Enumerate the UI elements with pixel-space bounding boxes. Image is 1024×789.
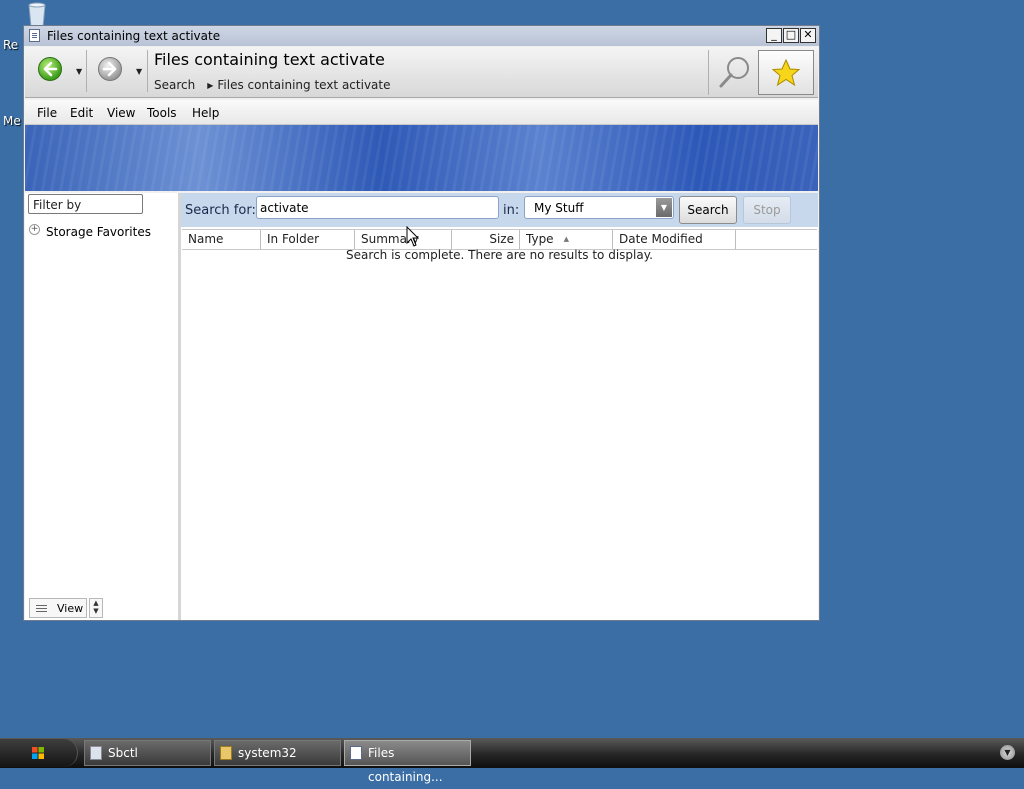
stop-button[interactable]: Stop: [743, 196, 791, 224]
forward-history-dropdown[interactable]: ▼: [136, 67, 142, 76]
arrow-right-icon: [102, 61, 117, 77]
title-bar[interactable]: Files containing text activate _ □ ✕: [24, 26, 819, 46]
results-column-header: Name In Folder Summary Size Type ▲ Date M…: [182, 229, 817, 250]
taskbar-item-label: Files containing...: [368, 746, 443, 784]
search-button[interactable]: Search: [679, 196, 737, 224]
menu-help[interactable]: Help: [192, 106, 219, 120]
close-button[interactable]: ✕: [800, 28, 816, 43]
breadcrumb-separator-icon: ▶: [207, 81, 214, 90]
view-spinner[interactable]: ▲ ▼: [89, 598, 103, 618]
folder-icon: [220, 746, 232, 760]
expand-icon[interactable]: +: [29, 224, 40, 235]
minimize-button[interactable]: _: [766, 28, 782, 43]
search-bar: Search for: activate in: My Stuff ▼ Sear…: [181, 193, 818, 227]
star-icon: [771, 58, 801, 87]
document-icon: [29, 29, 40, 42]
search-tool-button[interactable]: [708, 50, 757, 95]
start-button[interactable]: [0, 739, 78, 767]
taskbar-item-label: system32: [238, 746, 297, 760]
taskbar-item-sbctl[interactable]: Sbctl: [84, 740, 211, 766]
header-banner: [25, 125, 818, 191]
back-history-dropdown[interactable]: ▼: [76, 67, 82, 76]
navigation-bar: ▼ ▼ Files containing text activate Searc…: [25, 47, 818, 98]
menu-view[interactable]: View: [107, 106, 135, 120]
menu-file[interactable]: File: [37, 106, 57, 120]
in-label: in:: [503, 203, 520, 218]
breadcrumb: Search ▶ Files containing text activate: [154, 78, 390, 92]
sort-ascending-icon: ▲: [563, 235, 569, 243]
location-select[interactable]: My Stuff ▼: [524, 196, 674, 219]
taskbar-item-files-containing[interactable]: Files containing...: [344, 740, 471, 784]
maximize-button[interactable]: □: [783, 28, 799, 43]
page-title: Files containing text activate: [154, 50, 385, 69]
chevron-down-icon[interactable]: ▼: [656, 198, 672, 217]
tree-item-storage-favorites[interactable]: Storage Favorites: [46, 225, 151, 239]
mouse-cursor-icon: [406, 226, 420, 247]
search-input[interactable]: activate: [256, 196, 499, 219]
windows-logo-icon: [32, 747, 44, 759]
menu-bar: File Edit View Tools Help: [25, 100, 818, 125]
column-size[interactable]: Size: [452, 230, 520, 249]
search-window: Files containing text activate _ □ ✕ ▼ ▼…: [23, 25, 820, 621]
nav-divider: [147, 50, 148, 92]
application-icon: [90, 746, 102, 760]
show-hidden-icons-button[interactable]: ▼: [1000, 745, 1015, 760]
filter-input[interactable]: Filter by: [28, 194, 143, 214]
column-type-label: Type: [526, 232, 554, 246]
results-pane: Search for: activate in: My Stuff ▼ Sear…: [181, 193, 818, 620]
list-view-icon: [36, 605, 47, 606]
taskbar-item-label: Sbctl: [108, 746, 138, 760]
favorites-button[interactable]: [758, 50, 814, 95]
taskbar-item-system32[interactable]: system32: [214, 740, 341, 766]
back-button[interactable]: [38, 57, 62, 81]
magnifier-icon: [719, 57, 749, 88]
document-icon: [350, 746, 362, 760]
column-type[interactable]: Type ▲: [520, 230, 613, 249]
breadcrumb-item-search[interactable]: Search: [154, 78, 195, 92]
arrow-left-icon: [43, 61, 58, 77]
column-in-folder[interactable]: In Folder: [261, 230, 355, 249]
window-title: Files containing text activate: [47, 29, 221, 43]
view-label: View: [57, 602, 84, 615]
view-button[interactable]: View: [29, 598, 87, 618]
left-pane: Filter by + Storage Favorites View ▲ ▼: [25, 193, 181, 620]
column-date-modified[interactable]: Date Modified: [613, 230, 736, 249]
empty-results-message: Search is complete. There are no results…: [346, 248, 653, 262]
column-name[interactable]: Name: [182, 230, 261, 249]
taskbar: Sbctl system32 Files containing... ▼: [0, 738, 1024, 784]
nav-divider: [86, 50, 87, 92]
forward-button[interactable]: [98, 57, 122, 81]
menu-tools[interactable]: Tools: [147, 106, 177, 120]
location-value: My Stuff: [534, 201, 584, 215]
search-for-label: Search for:: [185, 203, 256, 218]
desktop-icon-label: Re: [3, 38, 19, 52]
column-summary[interactable]: Summary: [355, 230, 452, 249]
menu-edit[interactable]: Edit: [70, 106, 93, 120]
desktop-icon-label: Me: [3, 114, 21, 128]
breadcrumb-item-current[interactable]: Files containing text activate: [217, 78, 390, 92]
